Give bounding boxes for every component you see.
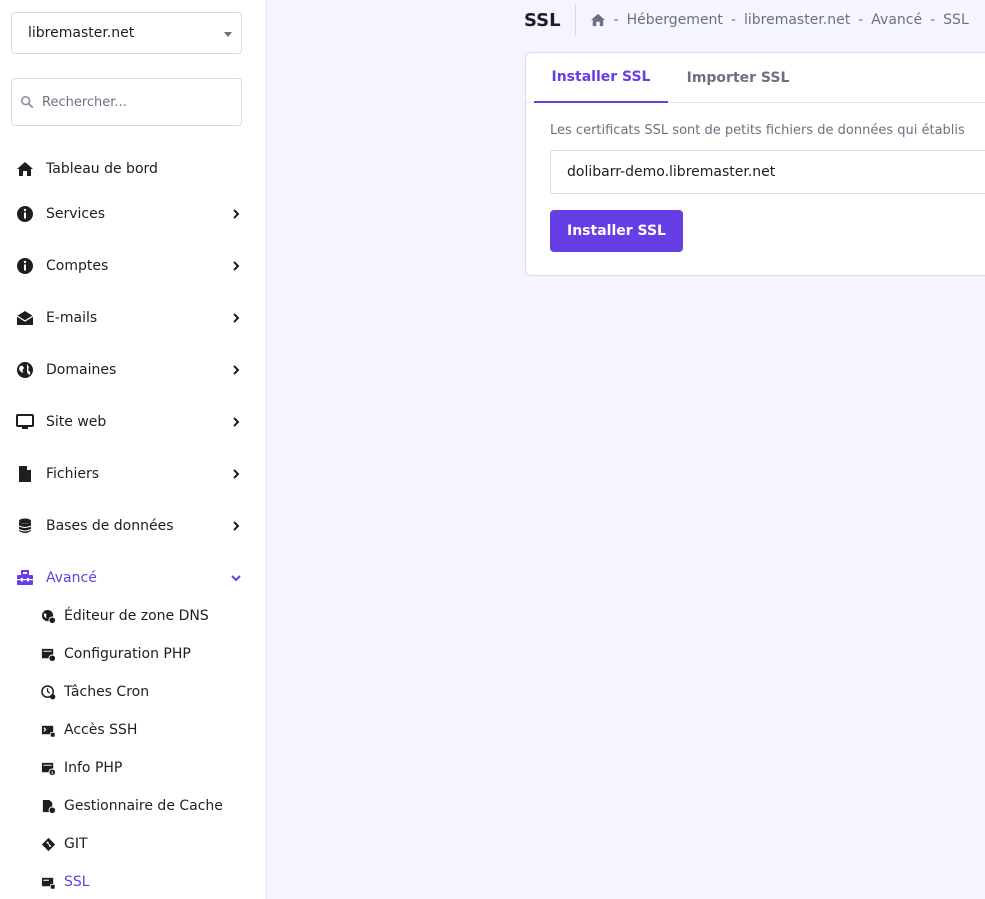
info-icon	[16, 205, 34, 223]
sidebar-item-label: E-mails	[46, 310, 98, 326]
ssh-icon	[40, 722, 56, 738]
sidebar-subitem-label: Configuration PHP	[64, 646, 191, 662]
database-icon	[16, 517, 34, 535]
toolbox-icon	[16, 569, 34, 587]
sidebar-item-label: Tableau de bord	[46, 161, 158, 177]
sidebar-subitem-ssl[interactable]: SSL	[0, 865, 266, 899]
sidebar-item-accounts[interactable]: Comptes	[0, 246, 266, 286]
sidebar-subitem-label: GIT	[64, 836, 88, 852]
breadcrumb: - Hébergement - libremaster.net - Avancé…	[590, 12, 969, 28]
tab-import-ssl[interactable]: Importer SSL	[676, 53, 800, 103]
sidebar-item-emails[interactable]: E-mails	[0, 298, 266, 338]
sidebar-subitem-label: SSL	[64, 874, 90, 890]
file-icon	[16, 465, 34, 483]
sidebar-subitem-label: Gestionnaire de Cache	[64, 798, 223, 814]
sidebar-subitem-label: Accès SSH	[64, 722, 138, 738]
ssl-icon	[40, 874, 56, 890]
sidebar-item-label: Bases de données	[46, 518, 174, 534]
ssl-description: Les certificats SSL sont de petits fichi…	[550, 123, 965, 138]
sidebar-item-label: Services	[46, 206, 106, 222]
sidebar-item-label: Avancé	[46, 570, 97, 586]
sidebar-subitem-php-config[interactable]: Configuration PHP	[0, 637, 266, 671]
breadcrumb-item-domain[interactable]: libremaster.net	[744, 12, 850, 28]
sidebar-item-services[interactable]: Services	[0, 194, 266, 234]
php-info-icon	[40, 760, 56, 776]
breadcrumb-separator: -	[730, 12, 736, 28]
sidebar-subitem-git[interactable]: GIT	[0, 827, 266, 861]
sidebar: libremaster.net Tableau de bord Services…	[0, 0, 267, 899]
breadcrumb-separator: -	[930, 12, 936, 28]
title-divider	[574, 4, 576, 36]
domain-select[interactable]: libremaster.net	[11, 12, 242, 54]
sidebar-subitem-label: Info PHP	[64, 760, 123, 776]
sidebar-item-label: Comptes	[46, 258, 109, 274]
ssl-domain-field[interactable]	[550, 150, 985, 194]
ssl-card: Installer SSL Importer SSL Les certifica…	[525, 52, 985, 276]
search-input[interactable]	[42, 94, 232, 110]
breadcrumb-item-ssl: SSL	[943, 12, 969, 28]
caret-down-icon	[224, 32, 232, 37]
chevron-right-icon	[233, 417, 240, 427]
dns-icon	[40, 608, 56, 624]
chevron-right-icon	[233, 365, 240, 375]
search-box	[11, 78, 242, 126]
home-icon	[16, 160, 34, 178]
php-config-icon	[40, 646, 56, 662]
clock-icon	[40, 684, 56, 700]
chevron-right-icon	[233, 313, 240, 323]
chevron-right-icon	[233, 261, 240, 271]
sidebar-item-website[interactable]: Site web	[0, 402, 266, 442]
tab-install-ssl[interactable]: Installer SSL	[534, 53, 668, 103]
sidebar-subitem-dns-editor[interactable]: Éditeur de zone DNS	[0, 599, 266, 633]
sidebar-subitem-cron[interactable]: Tâches Cron	[0, 675, 266, 709]
sidebar-subitem-cache-manager[interactable]: Gestionnaire de Cache	[0, 789, 266, 823]
home-icon[interactable]	[590, 13, 606, 27]
monitor-icon	[16, 413, 34, 431]
sidebar-subitem-php-info[interactable]: Info PHP	[0, 751, 266, 785]
git-icon	[40, 836, 56, 852]
domain-select-value: libremaster.net	[28, 25, 135, 41]
sidebar-item-label: Site web	[46, 414, 107, 430]
sidebar-subitem-label: Éditeur de zone DNS	[64, 608, 209, 624]
install-ssl-button[interactable]: Installer SSL	[550, 210, 683, 252]
sidebar-item-dashboard[interactable]: Tableau de bord	[0, 149, 266, 189]
chevron-down-icon	[231, 575, 241, 582]
search-icon	[20, 95, 34, 109]
sidebar-subitem-label: Tâches Cron	[64, 684, 150, 700]
sidebar-item-domains[interactable]: Domaines	[0, 350, 266, 390]
sidebar-item-advanced[interactable]: Avancé	[0, 558, 266, 598]
sidebar-item-label: Domaines	[46, 362, 117, 378]
info-icon	[16, 257, 34, 275]
cache-icon	[40, 798, 56, 814]
envelope-icon	[16, 309, 34, 327]
chevron-right-icon	[233, 521, 240, 531]
sidebar-item-files[interactable]: Fichiers	[0, 454, 266, 494]
sidebar-item-databases[interactable]: Bases de données	[0, 506, 266, 546]
breadcrumb-separator: -	[858, 12, 864, 28]
breadcrumb-item-advanced[interactable]: Avancé	[871, 12, 922, 28]
sidebar-item-label: Fichiers	[46, 466, 100, 482]
page-header: SSL - Hébergement - libremaster.net - Av…	[524, 0, 969, 40]
globe-icon	[16, 361, 34, 379]
breadcrumb-item-hosting[interactable]: Hébergement	[627, 12, 723, 28]
tab-bar: Installer SSL Importer SSL	[526, 53, 985, 103]
page-title: SSL	[524, 9, 561, 31]
chevron-right-icon	[233, 469, 240, 479]
sidebar-subitem-ssh[interactable]: Accès SSH	[0, 713, 266, 747]
breadcrumb-separator: -	[613, 12, 619, 28]
chevron-right-icon	[233, 209, 240, 219]
